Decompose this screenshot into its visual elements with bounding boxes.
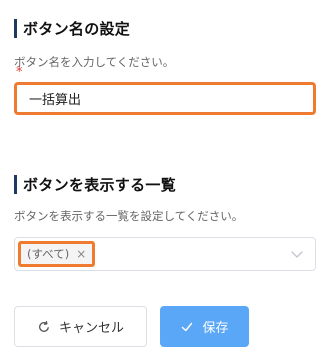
cancel-button[interactable]: キャンセル	[14, 306, 147, 347]
cancel-button-label: キャンセル	[58, 321, 124, 336]
button-name-description: ボタン名を入力してください。	[14, 55, 175, 69]
list-description: ボタンを表示する一覧を設定してください。	[14, 209, 244, 223]
section-title-text: ボタンを表示する一覧	[23, 175, 177, 194]
section-title-button-name: ボタン名の設定	[14, 17, 130, 39]
button-name-input[interactable]: 一括算出	[14, 82, 316, 115]
button-name-input-value: 一括算出	[29, 93, 82, 108]
tag-close-icon[interactable]: ×	[76, 248, 86, 260]
refresh-icon	[37, 320, 51, 334]
selected-tag-label: (すべて)	[27, 247, 70, 261]
section-accent-bar	[14, 18, 17, 38]
required-asterisk: *	[16, 65, 23, 80]
section-accent-bar	[14, 174, 17, 194]
selected-tag: (すべて) ×	[18, 241, 96, 267]
section-title-list: ボタンを表示する一覧	[14, 173, 176, 195]
check-icon	[180, 320, 194, 334]
section-title-text: ボタン名の設定	[23, 19, 131, 38]
chevron-down-icon[interactable]	[291, 249, 303, 259]
save-button[interactable]: 保存	[160, 306, 249, 347]
save-button-label: 保存	[202, 321, 229, 336]
list-multiselect[interactable]: (すべて) ×	[14, 237, 316, 271]
